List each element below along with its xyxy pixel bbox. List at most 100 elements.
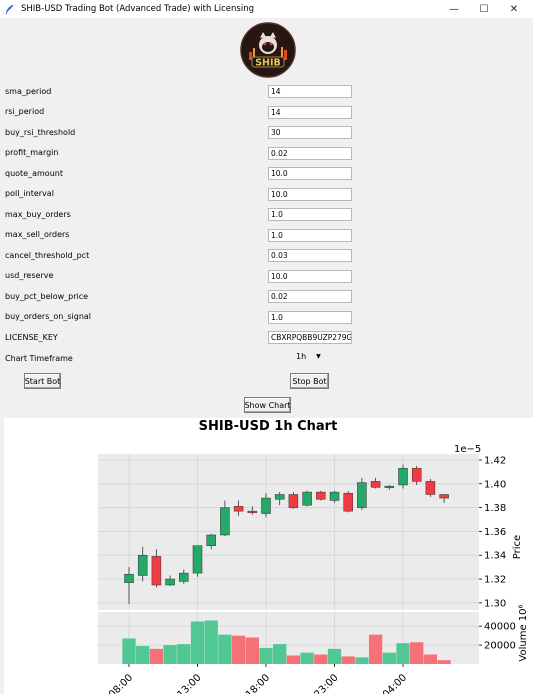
volume-bar-down [423,654,438,664]
x-tick-label: 23:00 [312,672,340,694]
candle-down [411,468,422,482]
poll-interval-input[interactable]: 10.0 [268,188,352,201]
volume-bar-up [259,647,273,664]
candle-up [206,534,216,546]
volume-bar-up [218,634,232,664]
candle-up [398,468,408,486]
candle-up [165,578,175,586]
chart-panel: 08:00 13:00 18:00 23:00 04:00 1.30 1.32 1.34 1.3… [4,418,533,694]
x-tick-label: 04:00 [381,672,409,694]
volume-bar-up [355,657,369,664]
buy-orders-on-signal-input[interactable]: 1.0 [268,311,352,324]
volume-bar-up [396,643,410,664]
start-bot-button[interactable]: Start Bot [24,373,61,389]
minimize-button[interactable]: — [439,0,469,18]
stop-bot-button[interactable]: Stop Bot [290,373,329,389]
candlestick-chart: 08:00 13:00 18:00 23:00 04:00 1.30 1.32 1.34 1.3… [98,419,529,694]
profit-margin-label: profit_margin [5,148,59,157]
logo-text: SHIB [255,58,281,69]
volume-bar-up [122,638,136,664]
price-tick-label: 1.40 [484,479,506,490]
volume-bar-down [149,648,164,664]
price-tick-label: 1.42 [484,455,506,466]
profit-margin-input[interactable]: 0.02 [268,147,352,160]
x-tick-label: 18:00 [244,672,272,694]
volume-bar-down [341,656,355,664]
maximize-button[interactable]: ☐ [469,0,499,18]
sma-period-label: sma_period [5,87,52,96]
price-tick-label: 1.30 [484,598,506,609]
license-key-label: LICENSE_KEY [5,333,58,342]
close-button[interactable]: ✕ [499,0,529,18]
volume-bar-down [286,655,301,664]
buy-orders-on-signal-label: buy_orders_on_signal [5,312,92,321]
chart-timeframe-label: Chart Timeframe [5,354,73,363]
app-window: SHIB-USD Trading Bot (Advanced Trade) wi… [0,0,533,694]
candle-down [343,493,353,512]
volume-bar-up [300,652,314,664]
volume-bar-up [190,621,205,664]
cancel-threshold-pct-label: cancel_threshold_pct [5,251,90,260]
volume-bar-up [327,648,342,664]
buy-pct-below-price-input[interactable]: 0.02 [268,290,352,303]
quote-amount-label: quote_amount [5,169,63,178]
show-chart-button[interactable]: Show Chart [244,397,291,413]
poll-interval-label: poll_interval [5,189,54,198]
volume-tick-label: 40000 [484,622,516,633]
candle-down [316,491,326,500]
price-tick-label: 1.36 [484,527,506,538]
title-bar[interactable]: SHIB-USD Trading Bot (Advanced Trade) wi… [0,0,533,18]
sma-period-input[interactable]: 14 [268,85,352,98]
candle-up [137,554,148,576]
candle-down [233,506,244,512]
volume-bar-down [314,654,328,664]
volume-bar-up [273,644,287,664]
max-buy-orders-label: max_buy_orders [5,210,71,219]
volume-bar-down [368,634,383,664]
candle-down [151,556,162,586]
max-sell-orders-input[interactable]: 1.0 [268,229,352,242]
candle-up [220,507,230,536]
candle-up [124,574,134,583]
candle-up [274,494,285,500]
license-key-input[interactable]: CBXRPQBB9UZP279GV [268,331,352,344]
price-tick-label: 1.38 [484,503,506,514]
price-tick-label: 1.32 [484,575,506,586]
volume-bar-down [410,642,424,664]
shib-logo: SHIB [240,22,296,78]
candle-up [192,545,203,574]
volume-bar-down [245,637,259,664]
volume-bar-down [231,635,246,664]
candle-up [179,572,189,582]
volume-bar-up [163,645,177,664]
x-tick-label: 08:00 [107,672,135,694]
chart-title: SHIB-USD 1h Chart [199,419,338,434]
volume-bar-down [437,660,451,664]
window-title: SHIB-USD Trading Bot (Advanced Trade) wi… [21,4,254,14]
candle-up [357,482,367,508]
quote-amount-input[interactable]: 10.0 [268,167,352,180]
candle-up [261,497,271,514]
volume-bar-up [136,646,150,664]
candle-down [439,494,449,499]
buy-pct-below-price-label: buy_pct_below_price [5,292,89,301]
candle-down [247,510,258,513]
rsi-period-input[interactable]: 14 [268,106,352,119]
x-tick-label: 13:00 [175,672,203,694]
chevron-down-icon: ▼ [316,353,321,360]
cancel-threshold-pct-input[interactable]: 0.03 [268,249,352,262]
usd-reserve-input[interactable]: 10.0 [268,270,352,283]
timeframe-dropdown[interactable]: 1h ▼ [296,352,321,361]
usd-reserve-label: usd_reserve [5,271,54,280]
volume-axis-label: Volume 10⁶ [518,604,529,661]
candle-down [288,494,299,508]
candle-down [370,481,381,488]
volume-bar-up [204,620,218,664]
candle-up [329,491,340,501]
price-multiplier-label: 1e−5 [454,444,481,455]
price-axis-label: Price [512,535,523,559]
buy-rsi-threshold-input[interactable]: 30 [268,126,352,139]
max-buy-orders-input[interactable]: 1.0 [268,208,352,221]
max-sell-orders-label: max_sell_orders [5,230,70,239]
candle-up [302,491,312,506]
